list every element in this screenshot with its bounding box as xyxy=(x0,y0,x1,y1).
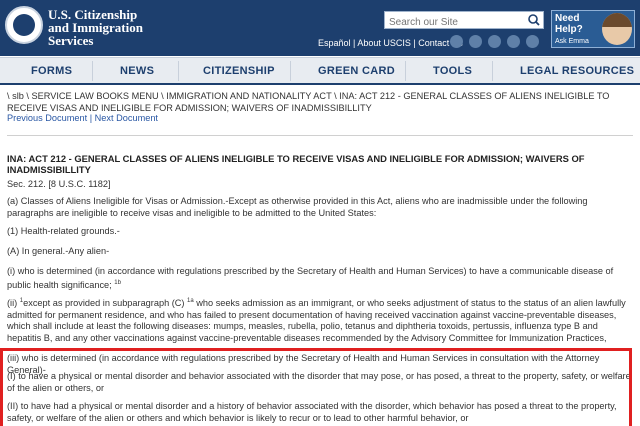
next-document-link[interactable]: Next Document xyxy=(95,113,158,123)
paragraph-a: (a) Classes of Aliens Ineligible for Vis… xyxy=(7,196,588,218)
nav-divider xyxy=(178,61,179,81)
need-help-button[interactable]: Need Help? Ask Emma xyxy=(551,10,635,48)
search-icon[interactable] xyxy=(526,13,542,27)
document-title: INA: ACT 212 - GENERAL CLASSES OF ALIENS… xyxy=(7,153,585,175)
emma-avatar xyxy=(602,13,632,45)
paragraph-i-text: (i) who is determined (in accordance wit… xyxy=(7,266,614,290)
main-nav: FORMS NEWS CITIZENSHIP GREEN CARD TOOLS … xyxy=(0,57,640,85)
document-navigation: Previous Document | Next Document xyxy=(7,113,158,123)
nav-divider xyxy=(290,61,291,81)
dhs-seal-logo[interactable] xyxy=(5,6,43,44)
need-help-line-1: Need xyxy=(555,13,580,24)
paragraph-A: (A) In general.-Any alien- xyxy=(7,246,110,256)
need-help-line-2: Help? xyxy=(555,24,583,35)
nav-legal-resources[interactable]: LEGAL RESOURCES xyxy=(520,65,634,77)
nav-divider xyxy=(405,61,406,81)
ask-emma-label: Ask Emma xyxy=(555,38,589,45)
facebook-icon[interactable] xyxy=(450,35,463,48)
top-links[interactable]: Español | About USCIS | Contact Us xyxy=(318,38,463,48)
breadcrumb[interactable]: \ slb \ SERVICE LAW BOOKS MENU \ IMMIGRA… xyxy=(7,90,627,114)
site-header: U.S. Citizenship and Immigration Service… xyxy=(0,0,640,56)
paragraph-1: (1) Health-related grounds.- xyxy=(7,226,120,236)
nav-green-card[interactable]: GREEN CARD xyxy=(318,65,395,77)
brand-line-3: Services xyxy=(48,33,94,48)
paragraph-ii-prefix: (ii) xyxy=(7,298,20,309)
flickr-icon[interactable] xyxy=(507,35,520,48)
youtube-icon[interactable] xyxy=(488,35,501,48)
section-number: Sec. 212. [8 U.S.C. 1182] xyxy=(7,179,111,189)
footnote-ref[interactable]: 1b xyxy=(114,280,121,286)
nav-citizenship[interactable]: CITIZENSHIP xyxy=(203,65,275,77)
highlight-box xyxy=(0,348,632,426)
search-box xyxy=(384,11,544,31)
doc-nav-separator: | xyxy=(87,113,95,123)
paragraph-i: (i) who is determined (in accordance wit… xyxy=(7,266,631,291)
paragraph-ii: (ii) 1except as provided in subparagraph… xyxy=(7,296,631,344)
nav-news[interactable]: NEWS xyxy=(120,65,154,77)
divider xyxy=(7,135,633,136)
nav-divider xyxy=(92,61,93,81)
nav-divider xyxy=(492,61,493,81)
nav-forms[interactable]: FORMS xyxy=(31,65,72,77)
nav-tools[interactable]: TOOLS xyxy=(433,65,472,77)
paragraph-ii-text-a: except as provided in subparagraph (C) xyxy=(23,298,188,309)
site-brand[interactable]: U.S. Citizenship and Immigration Service… xyxy=(48,8,143,47)
email-icon[interactable] xyxy=(526,35,539,48)
search-input[interactable] xyxy=(385,14,527,31)
previous-document-link[interactable]: Previous Document xyxy=(7,113,87,123)
twitter-icon[interactable] xyxy=(469,35,482,48)
footnote-ref[interactable]: 1a xyxy=(187,298,194,304)
